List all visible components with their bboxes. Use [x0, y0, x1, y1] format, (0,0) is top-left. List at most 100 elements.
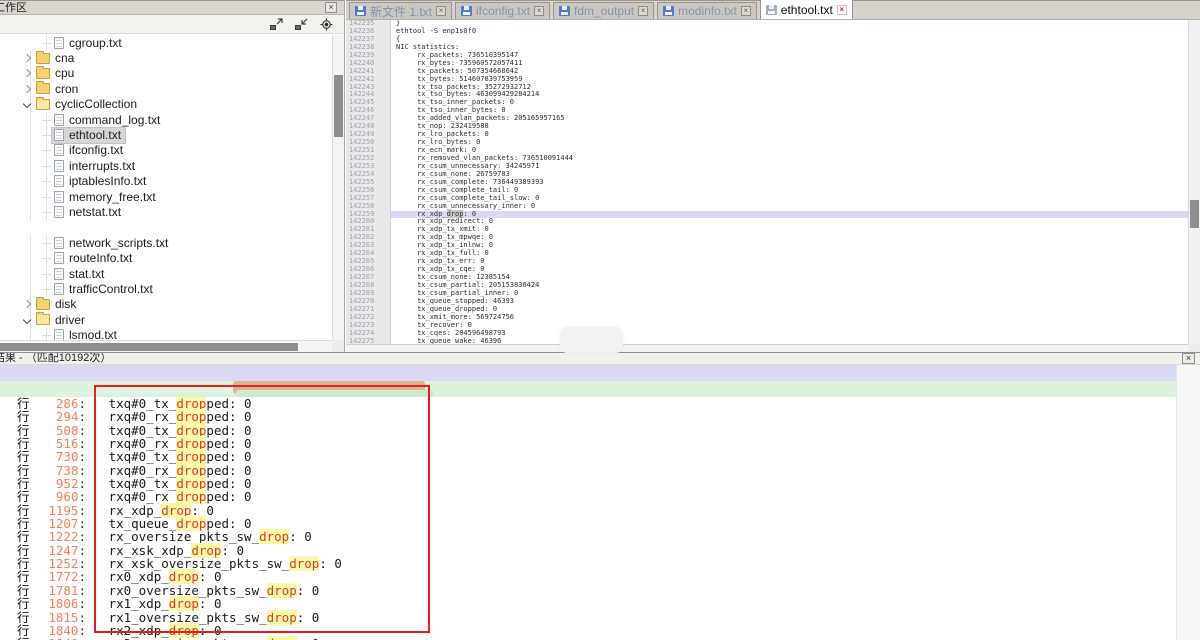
tree-folder-cna[interactable]: cna	[0, 50, 332, 65]
tree-file-ifconfig-txt[interactable]: ifconfig.txt	[0, 143, 332, 158]
tree-file-lsmod-txt[interactable]: lsmod.txt	[0, 327, 332, 340]
tree-folder-disk[interactable]: disk	[0, 297, 332, 312]
workspace-close-icon[interactable]: ×	[325, 2, 337, 13]
result-row[interactable]: 行1207: tx_queue_dropped: 0	[0, 517, 1176, 530]
tree-file-command-log-txt[interactable]: command_log.txt	[0, 112, 332, 127]
result-rows[interactable]: 行286: txq#0_tx_dropped: 0行294: rxq#0_rx_…	[0, 397, 1176, 640]
editor-tab[interactable]: modinfo.txt×	[657, 2, 757, 19]
tree-item-label: network_scripts.txt	[69, 236, 168, 250]
tree-horizontal-scrollbar[interactable]	[0, 340, 332, 352]
result-row[interactable]: 行1772: rx0_xdp_drop: 0	[0, 570, 1176, 583]
chevron-icon	[22, 53, 32, 63]
chevron-icon	[22, 68, 32, 78]
scrollbar-thumb[interactable]	[1190, 200, 1199, 228]
result-row[interactable]: 行516: rxq#0_rx_dropped: 0	[0, 437, 1176, 450]
chevron-icon	[22, 84, 32, 94]
match-highlight: drop	[259, 529, 289, 544]
row-prefix: 行	[0, 410, 48, 423]
close-icon[interactable]: ×	[534, 6, 544, 16]
result-row[interactable]: 行1222: rx_oversize_pkts_sw_drop: 0	[0, 530, 1176, 543]
result-row[interactable]: 行1806: rx1_xdp_drop: 0	[0, 597, 1176, 610]
workspace-panel: 工作区 × cgroup.txtcnacpucroncyclicCollecti…	[0, 0, 345, 352]
editor-tab[interactable]: ifconfig.txt ×	[455, 2, 550, 19]
result-text: rxq#0_rx_dropped: 0	[86, 410, 252, 423]
file-icon	[54, 283, 64, 295]
tree-file-iptablesinfo-txt[interactable]: iptablesInfo.txt	[0, 174, 332, 189]
tree-file-memory-free-txt[interactable]: memory_free.txt	[0, 189, 332, 204]
tree-file-cgroup-txt[interactable]: cgroup.txt	[0, 35, 332, 50]
line-text: tx_added_vlan_packets: 205165957165	[391, 115, 1188, 123]
results-close-icon[interactable]: ×	[1182, 353, 1195, 364]
tree-folder-cpu[interactable]: cpu	[0, 66, 332, 81]
result-row[interactable]: 行286: txq#0_tx_dropped: 0	[0, 397, 1176, 410]
result-line-number: 738	[56, 464, 79, 477]
scrollbar-thumb[interactable]	[0, 343, 298, 351]
tree-folder-cycliccollection[interactable]: cyclicCollection	[0, 97, 332, 112]
tree-file-interrupts-txt[interactable]: interrupts.txt	[0, 158, 332, 173]
tree-vertical-scrollbar[interactable]	[332, 35, 344, 340]
tree-file-routeinfo-txt[interactable]: routeInfo.txt	[0, 250, 332, 265]
result-text: rx1_xdp_drop: 0	[86, 597, 221, 610]
scrollbar-corner	[332, 340, 344, 352]
result-row[interactable]: 行960: rxq#0_rx_dropped: 0	[0, 490, 1176, 503]
save-icon	[663, 6, 674, 16]
result-row[interactable]: 行952: txq#0_tx_dropped: 0	[0, 477, 1176, 490]
result-row[interactable]: 行508: txq#0_tx_dropped: 0	[0, 424, 1176, 437]
row-prefix: 行	[0, 397, 48, 410]
folder-icon	[36, 299, 50, 310]
result-row[interactable]: 行1252: rx_xsk_oversize_pkts_sw_drop: 0	[0, 557, 1176, 570]
row-prefix: 行	[0, 544, 48, 557]
file-icon	[54, 191, 64, 203]
editor-horizontal-scrollbar[interactable]	[346, 344, 1188, 352]
tree-file-netstat-txt[interactable]: netstat.txt	[0, 204, 332, 219]
workspace-tree[interactable]: cgroup.txtcnacpucroncyclicCollectioncomm…	[0, 35, 332, 340]
tree-item-label: ifconfig.txt	[69, 143, 123, 157]
close-icon[interactable]: ×	[837, 5, 847, 15]
code-area[interactable]: 142235}142236ethtool -S enp1s0f0142237{1…	[346, 20, 1188, 344]
search-file-path-line[interactable]: E:\日志\armod0523.odata.ncmp.unicom.locaar…	[0, 381, 1200, 397]
collapse-all-icon[interactable]	[294, 18, 309, 31]
result-row[interactable]: 行730: txq#0_tx_dropped: 0	[0, 450, 1176, 463]
editor-tab[interactable]: fdm_output×	[553, 2, 654, 19]
tab-label: ifconfig.txt	[476, 4, 530, 18]
row-prefix: 行	[0, 477, 48, 490]
close-icon[interactable]: ×	[638, 6, 648, 16]
file-icon	[54, 237, 64, 249]
tree-file-trafficcontrol-txt[interactable]: trafficControl.txt	[0, 281, 332, 296]
result-row[interactable]: 行1815: rx1_oversize_pkts_sw_drop: 0	[0, 611, 1176, 624]
result-row[interactable]: 行294: rxq#0_rx_dropped: 0	[0, 410, 1176, 423]
file-icon	[54, 160, 64, 172]
row-prefix: 行	[0, 597, 48, 610]
result-row[interactable]: 行1195: rx_xdp_drop: 0	[0, 504, 1176, 517]
code-line: 142236ethtool -S enp1s0f0	[346, 28, 1188, 36]
editor-vertical-scrollbar[interactable]	[1188, 20, 1200, 344]
tree-file-stat-txt[interactable]: stat.txt	[0, 266, 332, 281]
tree-file-ethtool-txt[interactable]: ethtool.txt	[0, 127, 332, 142]
locate-file-icon[interactable]	[319, 18, 334, 31]
result-row[interactable]: 行1781: rx0_oversize_pkts_sw_drop: 0	[0, 584, 1176, 597]
tree-folder-driver[interactable]: driver	[0, 312, 332, 327]
row-prefix: 行	[0, 570, 48, 583]
tree-folder-cron[interactable]: cron	[0, 81, 332, 96]
tree-file-network-scripts-txt[interactable]: network_scripts.txt	[0, 235, 332, 250]
row-prefix: 行	[0, 504, 48, 517]
close-icon[interactable]: ×	[436, 6, 446, 16]
expand-all-icon[interactable]	[269, 18, 284, 31]
result-row[interactable]: 行738: rxq#0_rx_dropped: 0	[0, 464, 1176, 477]
row-prefix: 行	[0, 530, 48, 543]
results-scrollbar-track[interactable]	[1176, 365, 1200, 640]
folder-icon	[36, 314, 50, 325]
app-window: 工作区 × cgroup.txtcnacpucroncyclicCollecti…	[0, 0, 1200, 640]
result-line-number: 516	[56, 437, 79, 450]
result-row[interactable]: 行1840: rx2_xdp_drop: 0	[0, 624, 1176, 637]
row-prefix: 行	[0, 424, 48, 437]
scrollbar-thumb[interactable]	[334, 75, 343, 137]
search-summary-line[interactable]: 搜索 "drop" （1个文件中匹配到10192次，总计次）	[0, 365, 1200, 381]
chevron-icon	[22, 99, 32, 109]
editor-tab[interactable]: ethtool.txt×	[760, 0, 853, 19]
file-icon	[54, 114, 64, 126]
result-row[interactable]: 行1247: rx_xsk_xdp_drop: 0	[0, 544, 1176, 557]
close-icon[interactable]: ×	[741, 6, 751, 16]
tab-bar: 新文件 1.txt×ifconfig.txt×fdm_output×modinf…	[346, 0, 1200, 20]
editor-tab[interactable]: 新文件 1.txt×	[349, 2, 452, 19]
